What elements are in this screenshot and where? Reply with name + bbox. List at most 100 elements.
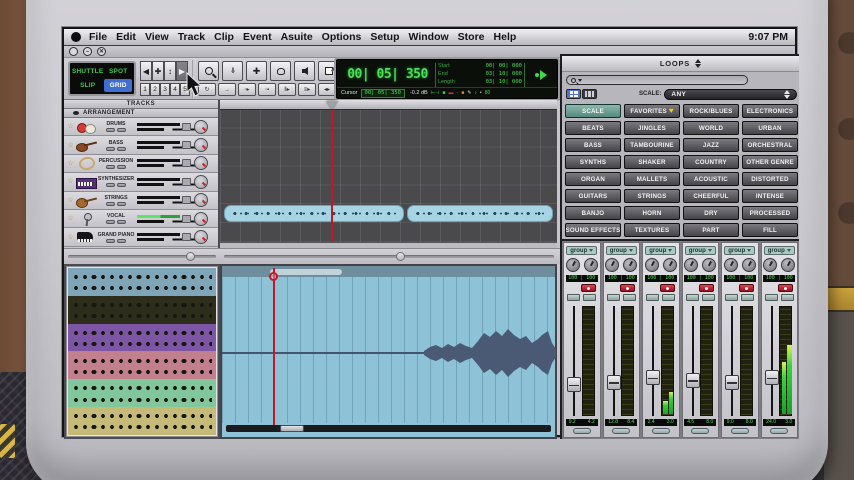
send-knob[interactable] xyxy=(684,258,698,272)
loop-clip-band[interactable] xyxy=(68,379,216,407)
mute-button[interactable] xyxy=(106,165,115,169)
memory-number-button[interactable]: 5 xyxy=(180,83,190,96)
small-tool-button[interactable]: ◦▸ xyxy=(238,83,256,96)
menu-item[interactable]: Options xyxy=(322,31,362,43)
channel-output-button[interactable] xyxy=(573,428,591,434)
solo-button[interactable] xyxy=(741,294,754,301)
loop-category-button[interactable]: SOUND EFFECTS xyxy=(565,223,621,237)
record-arm-button[interactable] xyxy=(699,284,714,292)
record-arm-button[interactable] xyxy=(581,284,596,292)
menu-item[interactable]: Help xyxy=(494,31,517,43)
fader-handle[interactable] xyxy=(725,375,739,390)
nav-button[interactable]: ↕ xyxy=(164,61,176,81)
arrange-timeline[interactable] xyxy=(220,100,557,248)
fader-handle[interactable] xyxy=(607,375,621,390)
editor-playhead-handle[interactable] xyxy=(269,272,278,281)
close-window-button[interactable]: ✕ xyxy=(97,47,106,56)
loop-category-button[interactable]: WORLD xyxy=(683,121,739,135)
send-knob[interactable] xyxy=(566,258,580,272)
center-scroll-handle[interactable] xyxy=(396,252,405,261)
memory-number-button[interactable]: 2 xyxy=(150,83,160,96)
solo-button[interactable] xyxy=(117,128,126,132)
track-row[interactable]: PERCUSSION xyxy=(64,155,218,173)
solo-button[interactable] xyxy=(117,147,126,151)
record-arm-button[interactable] xyxy=(660,284,675,292)
send-knob[interactable] xyxy=(605,258,619,272)
loop-category-button[interactable]: ORCHESTRAL xyxy=(742,138,798,152)
loop-category-button[interactable]: STRINGS xyxy=(624,189,680,203)
small-tool-button[interactable]: ◂▸ xyxy=(318,83,336,96)
channel-output-button[interactable] xyxy=(731,428,749,434)
fader-handle[interactable] xyxy=(765,370,779,385)
track-row[interactable]: STRINGS xyxy=(64,192,218,210)
menu-item[interactable]: Track xyxy=(178,31,205,43)
pan-knob[interactable] xyxy=(663,258,677,272)
solo-button[interactable] xyxy=(702,294,715,301)
mute-button[interactable] xyxy=(106,220,115,224)
solo-button[interactable] xyxy=(583,294,596,301)
minimize-window-button[interactable]: – xyxy=(83,47,92,56)
fader-handle[interactable] xyxy=(646,370,660,385)
menu-item[interactable]: File xyxy=(89,31,107,43)
solo-button[interactable] xyxy=(117,239,126,243)
solo-button[interactable] xyxy=(117,220,126,224)
loop-clip-band[interactable] xyxy=(68,268,216,296)
favorite-star-icon[interactable] xyxy=(66,142,75,149)
record-arm-button[interactable] xyxy=(778,284,793,292)
group-dropdown[interactable]: group xyxy=(606,246,637,255)
mute-button[interactable] xyxy=(106,202,115,206)
menu-item[interactable]: View xyxy=(145,31,169,43)
mute-button[interactable] xyxy=(686,294,699,301)
app-logo-icon[interactable] xyxy=(71,32,81,42)
group-dropdown[interactable]: group xyxy=(724,246,755,255)
editor-scrollbar[interactable] xyxy=(226,425,551,432)
loop-category-button[interactable]: MALLETS xyxy=(624,172,680,186)
track-row[interactable]: DRUMS xyxy=(64,118,218,136)
loop-category-button[interactable]: GUITARS xyxy=(565,189,621,203)
pan-tool-button[interactable]: ✚ xyxy=(246,61,267,81)
channel-output-button[interactable] xyxy=(612,428,630,434)
favorite-star-icon[interactable] xyxy=(66,234,75,241)
loop-search-input[interactable] xyxy=(566,75,748,85)
channel-output-button[interactable] xyxy=(652,428,670,434)
pan-knob[interactable] xyxy=(623,258,637,272)
loop-clip-browser[interactable] xyxy=(64,264,220,439)
pan-knob[interactable] xyxy=(781,258,795,272)
loop-category-button[interactable]: FAVORITES xyxy=(624,104,680,118)
solo-button[interactable] xyxy=(623,294,636,301)
mute-button[interactable] xyxy=(106,239,115,243)
loop-clip-band[interactable] xyxy=(68,351,216,379)
record-arm-button[interactable] xyxy=(739,284,754,292)
pan-knob[interactable] xyxy=(194,156,208,170)
loop-category-button[interactable]: TAMBOURINE xyxy=(624,138,680,152)
track-options-button[interactable] xyxy=(182,215,191,223)
group-dropdown[interactable]: group xyxy=(645,246,676,255)
pan-knob[interactable] xyxy=(194,175,208,189)
solo-button[interactable] xyxy=(781,294,794,301)
loop-category-button[interactable]: SYNTHS xyxy=(565,155,621,169)
loop-category-button[interactable]: BANJO xyxy=(565,206,621,220)
lasso-tool-button[interactable] xyxy=(270,61,291,81)
track-options-button[interactable] xyxy=(182,178,191,186)
editor-scrollbar-thumb[interactable] xyxy=(280,425,304,432)
nav-button[interactable]: ◀ xyxy=(140,61,152,81)
favorite-star-icon[interactable] xyxy=(66,178,75,185)
small-tool-button[interactable]: ◦▪ xyxy=(258,83,276,96)
waveform-editor[interactable] xyxy=(220,264,557,439)
solo-button[interactable] xyxy=(662,294,675,301)
small-tool-button[interactable]: → xyxy=(218,83,236,96)
loop-category-button[interactable]: BEATS xyxy=(565,121,621,135)
menu-item[interactable]: Edit xyxy=(116,31,136,43)
loop-category-button[interactable]: JAZZ xyxy=(683,138,739,152)
menu-item[interactable]: Event xyxy=(243,31,272,43)
mute-button[interactable] xyxy=(106,183,115,187)
favorite-star-icon[interactable] xyxy=(66,160,75,167)
mute-button[interactable] xyxy=(646,294,659,301)
loop-clip-band[interactable] xyxy=(68,407,216,435)
loop-category-button[interactable]: BASS xyxy=(565,138,621,152)
loop-category-button[interactable]: COUNTRY xyxy=(683,155,739,169)
loop-clip-band[interactable] xyxy=(68,324,216,352)
channel-output-button[interactable] xyxy=(770,428,788,434)
playhead-marker-icon[interactable] xyxy=(326,101,338,109)
menu-item[interactable]: Clip xyxy=(214,31,234,43)
